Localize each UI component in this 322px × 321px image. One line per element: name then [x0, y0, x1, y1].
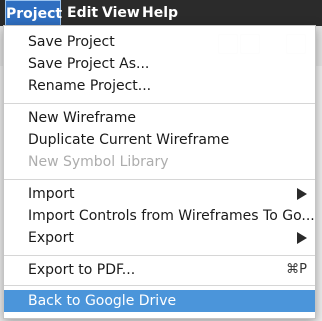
menu-separator: [4, 255, 315, 256]
menu-item-label: New Wireframe: [28, 110, 136, 126]
menu-separator: [4, 179, 315, 180]
menubar-view[interactable]: View: [102, 0, 140, 26]
menu-item-label: Back to Google Drive: [28, 293, 177, 309]
menubar-help[interactable]: Help: [142, 0, 178, 26]
shortcut-label: ⌘P: [286, 262, 307, 277]
submenu-arrow-icon: [297, 232, 307, 244]
menu-item-label: Duplicate Current Wireframe: [28, 132, 230, 148]
menu-item-label: Export to PDF...: [28, 262, 136, 278]
menu-item-duplicate-wireframe[interactable]: Duplicate Current Wireframe: [4, 129, 315, 151]
menu-item-label: Save Project: [28, 34, 115, 50]
menubar-edit[interactable]: Edit: [67, 0, 98, 26]
menu-item-new-wireframe[interactable]: New Wireframe: [4, 107, 315, 129]
menu-separator: [4, 103, 315, 104]
menu-item-label: Import Controls from Wireframes To Go...: [28, 208, 315, 224]
menu-item-new-symbol-library: New Symbol Library: [4, 151, 315, 173]
menu-item-label: New Symbol Library: [28, 154, 169, 170]
menu-item-export-pdf[interactable]: Export to PDF... ⌘P: [4, 259, 315, 281]
menu-item-label: Save Project As...: [28, 56, 150, 72]
menu-item-back-to-google-drive[interactable]: Back to Google Drive: [4, 290, 315, 312]
project-menu: Save Project Save Project As... Rename P…: [3, 25, 316, 319]
menu-item-export[interactable]: Export: [4, 227, 315, 249]
menu-item-import-controls[interactable]: Import Controls from Wireframes To Go...: [4, 205, 315, 227]
menubar: Project Edit View Help: [0, 0, 322, 26]
menubar-project[interactable]: Project: [5, 0, 62, 26]
menu-item-label: Rename Project...: [28, 78, 152, 94]
menu-item-label: Export: [28, 230, 74, 246]
submenu-arrow-icon: [297, 188, 307, 200]
menu-item-rename-project[interactable]: Rename Project...: [4, 75, 315, 97]
menu-item-import[interactable]: Import: [4, 183, 315, 205]
menu-separator: [4, 285, 315, 286]
menu-item-save-project[interactable]: Save Project: [4, 31, 315, 53]
menu-item-save-project-as[interactable]: Save Project As...: [4, 53, 315, 75]
menu-item-label: Import: [28, 186, 75, 202]
